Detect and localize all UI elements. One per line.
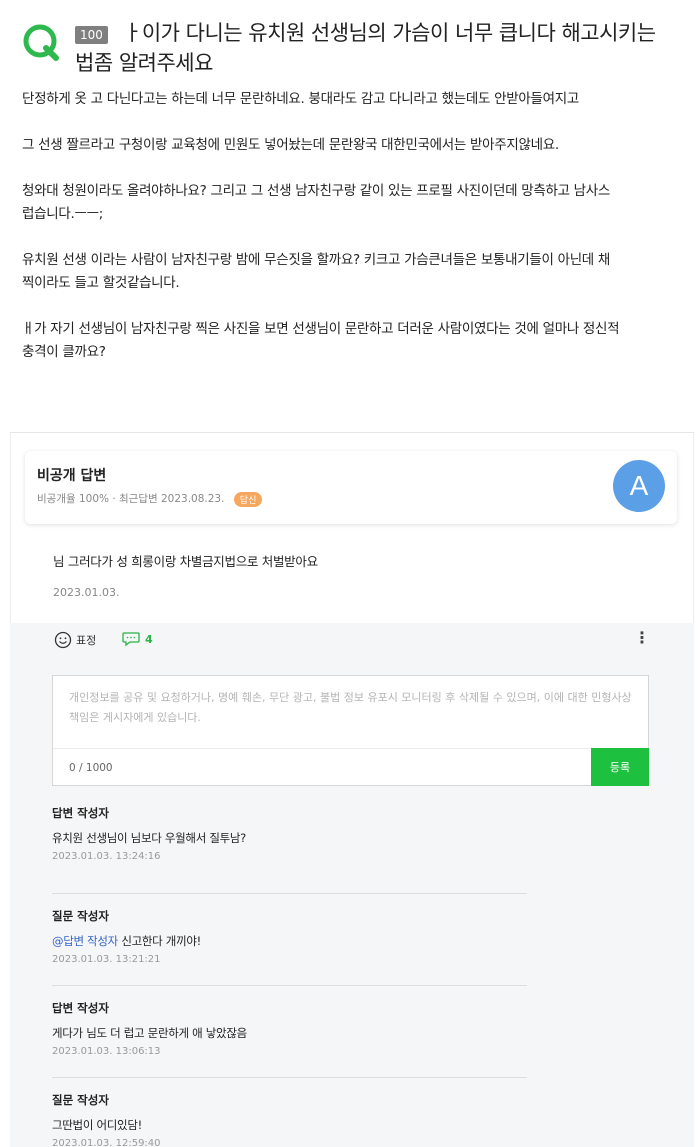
question-paragraph: 그 선생 짤르라고 구청이랑 교육청에 민원도 넣어놨는데 문란왕국 대한민국에… (22, 137, 559, 153)
comment-body: 신고한다 개끼야! (117, 934, 201, 948)
answer-section: 비공개 답변 비공개율 100% · 최근답변 2023.08.23. 답신 A… (10, 432, 694, 1147)
question-paragraph: 유치원 선생 이라는 사람이 남자친구랑 밤에 무슨짓을 할까요? 키크고 가슴… (22, 252, 611, 291)
comment-date: 2023.01.03. 13:24:16 (52, 851, 161, 862)
answer-date: 2023.01.03. (53, 586, 120, 599)
answerer-tag-badge: 답신 (233, 491, 263, 507)
comment-char-count: 0 / 1000 (69, 762, 113, 774)
question-paragraph: 청와대 청원이라도 올려야하나요? 그리고 그 선생 남자친구랑 같이 있는 프… (22, 183, 611, 222)
comment-bubble-icon (122, 632, 140, 647)
answerer-profile-card[interactable]: 비공개 답변 비공개율 100% · 최근답변 2023.08.23. 답신 A (25, 451, 677, 524)
answer-panel: 비공개 답변 비공개율 100% · 최근답변 2023.08.23. 답신 A… (10, 433, 694, 623)
comment-form-divider (53, 748, 591, 749)
answerer-meta: 비공개율 100% · 최근답변 2023.08.23. 답신 (37, 491, 263, 507)
emotion-label: 표정 (76, 634, 97, 647)
question-paragraph: 단정하게 옷 고 다닌다고는 하는데 너무 문란하네요. 붕대라도 감고 다니라… (22, 91, 579, 107)
comment-form: 0 / 1000 등록 (52, 675, 649, 786)
comment-author[interactable]: 질문 작성자 (52, 1092, 527, 1108)
comment-date: 2023.01.03. 12:59:40 (52, 1138, 161, 1147)
comment-list: 답변 작성자 유치원 선생님이 님보다 우월해서 질투남? 2023.01.03… (52, 803, 527, 1147)
comment-body: 유치원 선생님이 님보다 우월해서 질투남? (52, 831, 246, 845)
comment-text: @답변 작성자 신고한다 개끼야! (52, 933, 527, 949)
answerer-name: 비공개 답변 (37, 468, 107, 484)
comment-text: 그딴법이 어디있담! (52, 1117, 527, 1133)
avatar[interactable]: A (613, 460, 665, 512)
question-title: ㅏ이가 다니는 유치원 선생님의 가슴이 너무 큽니다 해고시키는 법좀 알려주… (75, 21, 656, 75)
submit-comment-button[interactable]: 등록 (591, 748, 649, 786)
more-vertical-icon[interactable]: ⋮ (634, 629, 650, 647)
question-body: 단정하게 옷 고 다닌다고는 하는데 너무 문란하네요. 붕대라도 감고 다니라… (22, 88, 622, 387)
comment-body: 게다가 님도 더 럽고 문란하게 애 낳았잖음 (52, 1026, 247, 1040)
comment-date: 2023.01.03. 13:21:21 (52, 954, 161, 965)
comment-input[interactable] (53, 676, 648, 748)
comment-item: 질문 작성자 @답변 작성자 신고한다 개끼야! 2023.01.03. 13:… (52, 894, 527, 986)
emotion-button[interactable]: 표정 (54, 631, 96, 649)
comment-body: 그딴법이 어디있담! (52, 1118, 142, 1132)
comment-item: 질문 작성자 그딴법이 어디있담! 2023.01.03. 12:59:40 (52, 1078, 527, 1147)
comment-mention-link[interactable]: @답변 작성자 (52, 934, 118, 948)
comment-item: 답변 작성자 유치원 선생님이 님보다 우월해서 질투남? 2023.01.03… (52, 803, 527, 894)
answer-text: 님 그러다가 성 희롱이랑 차별금지법으로 처벌받아요 (53, 554, 318, 569)
comment-date: 2023.01.03. 13:06:13 (52, 1046, 161, 1057)
reaction-bar: 표정 4 ⋮ (10, 623, 694, 661)
comment-text: 유치원 선생님이 님보다 우월해서 질투남? (52, 830, 527, 846)
comment-text: 게다가 님도 더 럽고 문란하게 애 낳았잖음 (52, 1025, 527, 1041)
comment-toggle-button[interactable]: 4 (122, 631, 153, 647)
comment-count: 4 (145, 632, 153, 646)
smile-icon (54, 631, 72, 649)
comment-author[interactable]: 질문 작성자 (52, 908, 527, 924)
comment-author[interactable]: 답변 작성자 (52, 805, 527, 821)
comment-item: 답변 작성자 게다가 님도 더 럽고 문란하게 애 낳았잖음 2023.01.0… (52, 986, 527, 1078)
question-paragraph: ㅐ가 자기 선생님이 남자친구랑 찍은 사진을 보면 선생님이 문란하고 더러운… (22, 321, 620, 360)
comment-author[interactable]: 답변 작성자 (52, 1000, 527, 1016)
q-logo-icon (23, 24, 59, 61)
answerer-stats: 비공개율 100% · 최근답변 2023.08.23. (37, 493, 225, 505)
